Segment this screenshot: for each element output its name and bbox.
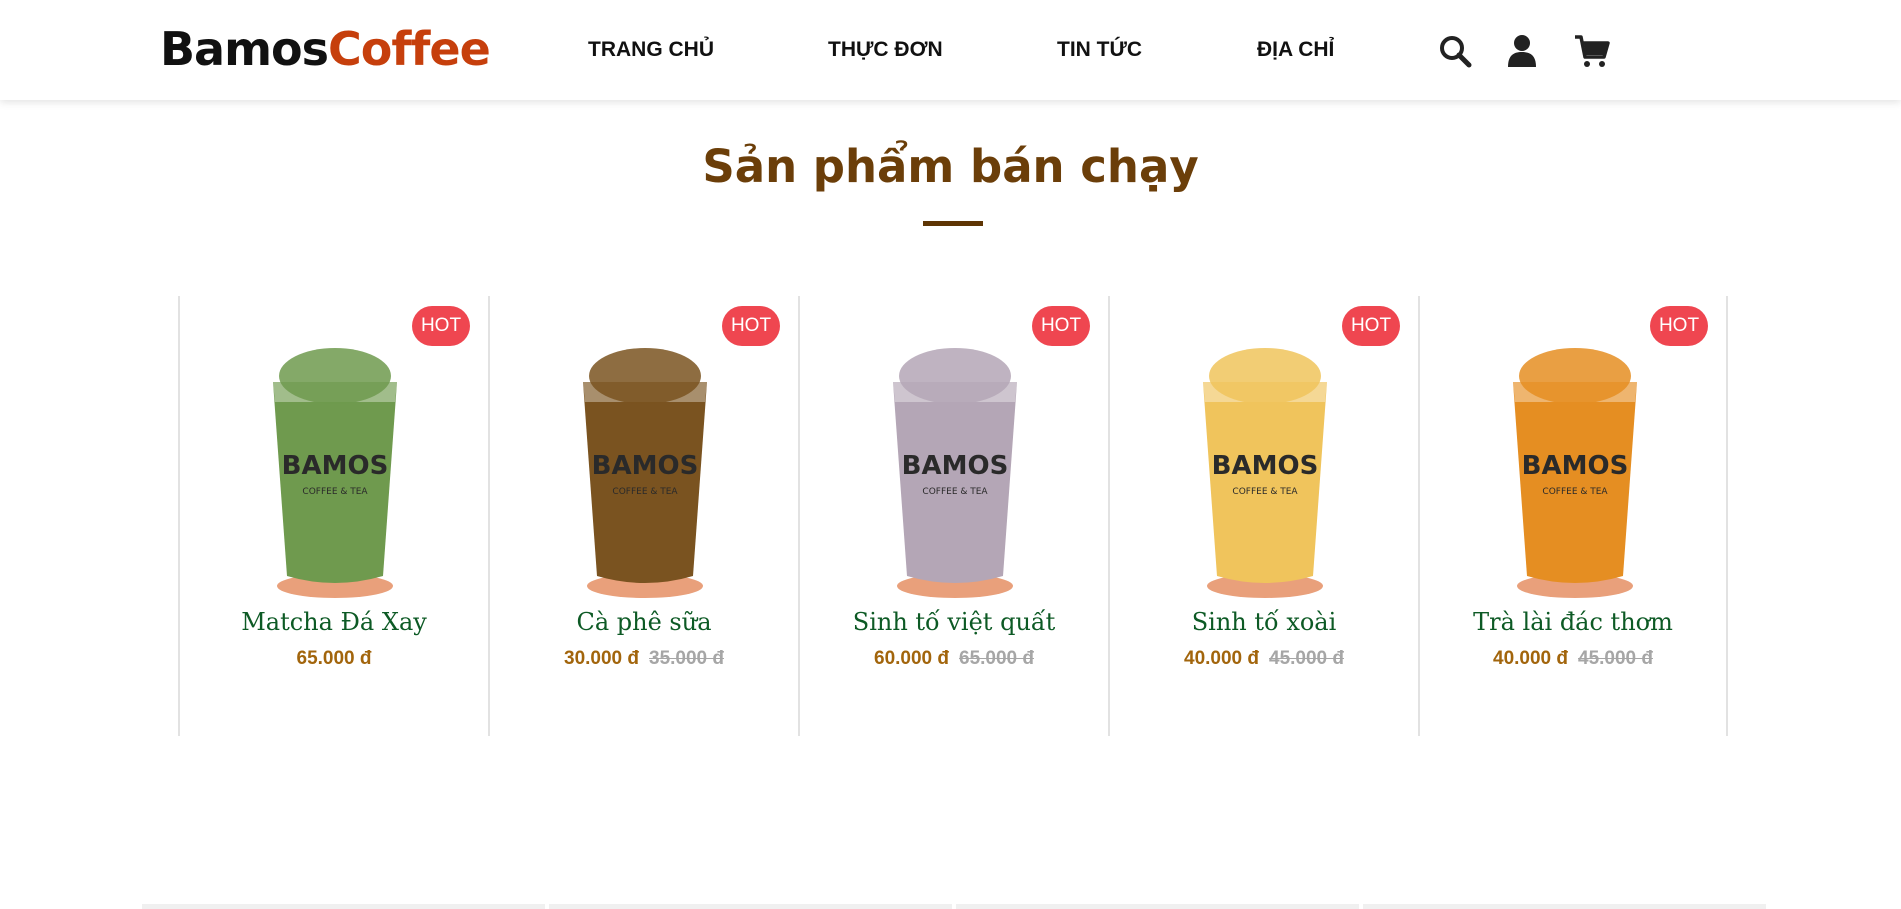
product-price: 40.000 đ 45.000 đ xyxy=(1110,648,1418,670)
current-price: 65.000 đ xyxy=(296,648,372,669)
current-price: 40.000 đ xyxy=(1493,648,1568,669)
svg-text:BAMOS: BAMOS xyxy=(1522,451,1629,481)
svg-text:COFFEE & TEA: COFFEE & TEA xyxy=(922,487,988,497)
cart-icon[interactable] xyxy=(1574,33,1610,69)
old-price: 65.000 đ xyxy=(959,648,1034,669)
logo-text-bamos: Bamos xyxy=(160,22,329,76)
svg-text:COFFEE & TEA: COFFEE & TEA xyxy=(1542,487,1608,497)
product-price: 60.000 đ 65.000 đ xyxy=(800,648,1108,670)
search-icon[interactable] xyxy=(1437,33,1473,69)
current-price: 40.000 đ xyxy=(1184,648,1259,669)
product-price: 65.000 đ xyxy=(180,648,488,670)
old-price: 45.000 đ xyxy=(1578,648,1653,669)
old-price: 35.000 đ xyxy=(649,648,724,669)
old-price: 45.000 đ xyxy=(1269,648,1344,669)
site-header: BamosCoffee TRANG CHỦ THỰC ĐƠN TIN TỨC Đ… xyxy=(0,0,1901,100)
current-price: 30.000 đ xyxy=(564,648,639,669)
svg-text:BAMOS: BAMOS xyxy=(282,451,389,481)
title-divider xyxy=(923,221,983,226)
nav-item-address[interactable]: ĐỊA CHỈ xyxy=(1257,38,1334,62)
product-name[interactable]: Trà lài đác thơm xyxy=(1420,608,1726,636)
user-icon[interactable] xyxy=(1504,33,1540,69)
product-name[interactable]: Sinh tố việt quất xyxy=(800,608,1108,636)
nav-item-menu[interactable]: THỰC ĐƠN xyxy=(828,38,943,62)
current-price: 60.000 đ xyxy=(874,648,949,669)
section-title: Sản phẩm bán chạy xyxy=(702,140,1199,193)
product-card[interactable]: HOT BAMOS COFFEE & TEA Trà lài đác thơm 40.0… xyxy=(1418,296,1728,736)
product-price: 30.000 đ 35.000 đ xyxy=(490,648,798,670)
svg-text:BAMOS: BAMOS xyxy=(902,451,1009,481)
product-image: BAMOS COFFEE & TEA xyxy=(1203,348,1327,598)
product-name[interactable]: Sinh tố xoài xyxy=(1110,608,1418,636)
logo-text-coffee: Coffee xyxy=(328,22,491,76)
svg-text:COFFEE & TEA: COFFEE & TEA xyxy=(302,487,368,497)
logo[interactable]: BamosCoffee xyxy=(160,26,491,72)
product-card[interactable]: HOT BAMOS COFFEE & TEA Sinh tố xoài 40.000 đ… xyxy=(1108,296,1418,736)
svg-text:COFFEE & TEA: COFFEE & TEA xyxy=(612,487,678,497)
product-name[interactable]: Cà phê sữa xyxy=(490,608,798,636)
product-card[interactable]: HOT BAMOS COFFEE & TEA Sinh tố việt quất 60.… xyxy=(798,296,1108,736)
product-image: BAMOS COFFEE & TEA xyxy=(273,348,397,598)
nav-item-news[interactable]: TIN TỨC xyxy=(1057,38,1142,62)
product-list: HOT BAMOS COFFEE & TEA Matcha Đá Xay 65.000 … xyxy=(178,296,1728,736)
nav-item-home[interactable]: TRANG CHỦ xyxy=(588,38,714,62)
product-image: BAMOS COFFEE & TEA xyxy=(1513,348,1637,598)
product-image: BAMOS COFFEE & TEA xyxy=(583,348,707,598)
svg-text:BAMOS: BAMOS xyxy=(1212,451,1319,481)
product-image: BAMOS COFFEE & TEA xyxy=(893,348,1017,598)
svg-text:BAMOS: BAMOS xyxy=(592,451,699,481)
product-card[interactable]: HOT BAMOS COFFEE & TEA Cà phê sữa 30.000 đ 35… xyxy=(488,296,798,736)
product-card[interactable]: HOT BAMOS COFFEE & TEA Matcha Đá Xay 65.000 … xyxy=(178,296,488,736)
product-name[interactable]: Matcha Đá Xay xyxy=(180,608,488,636)
product-price: 40.000 đ 45.000 đ xyxy=(1420,648,1726,670)
svg-text:COFFEE & TEA: COFFEE & TEA xyxy=(1232,487,1298,497)
